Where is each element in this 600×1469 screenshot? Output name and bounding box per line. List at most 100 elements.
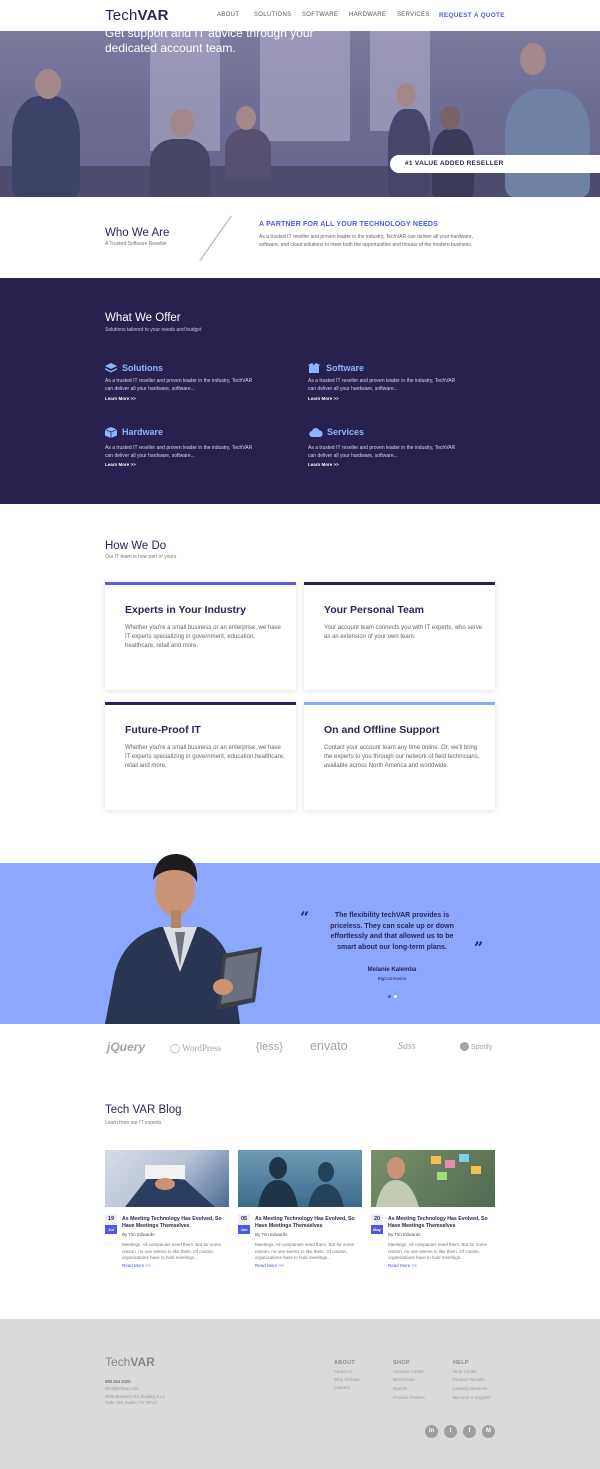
service-desc: As a trusted IT reseller and proven lead… [105, 378, 253, 392]
linkedin-icon[interactable]: in [425, 1425, 438, 1438]
testimonial-company: BigCommerce [377, 976, 407, 981]
testimonial-name: Melanie Kalemba [367, 967, 417, 973]
footer-logo[interactable]: TechVAR [105, 1355, 155, 1369]
service-title-software[interactable]: Software [326, 363, 364, 373]
post-date: 19 Jul [105, 1214, 117, 1234]
post-date: 05 Jun [238, 1214, 250, 1234]
feature-card: Future-Proof IT Whether you're a small b… [105, 702, 296, 810]
footer-link[interactable]: Product Finders [393, 1395, 425, 1400]
card-title: Experts in Your Industry [125, 604, 246, 616]
facebook-icon[interactable]: f [463, 1425, 476, 1438]
spotify-logo: Spotify [460, 1042, 492, 1051]
jquery-logo: jQuery [107, 1040, 146, 1054]
how-title: How We Do [105, 540, 167, 552]
wordpress-logo: ◯ WordPress [170, 1043, 221, 1053]
card-title: Future-Proof IT [125, 724, 201, 736]
footer-address: 4606 Burleson Rd, Building 5 LL [105, 1394, 166, 1399]
medium-icon[interactable]: M [482, 1425, 495, 1438]
learn-more-link[interactable]: Learn More >> [308, 462, 339, 467]
footer-link[interactable]: Help Center [453, 1369, 477, 1374]
card-title: On and Offline Support [324, 724, 440, 736]
card-accent-bar [105, 702, 296, 705]
cloud-icon [309, 428, 323, 438]
card-accent-bar [304, 702, 495, 705]
footer-email[interactable]: info@techvar.com [105, 1386, 139, 1391]
close-quote-icon: ” [474, 938, 484, 957]
footer-link[interactable]: Brands [393, 1386, 407, 1391]
footer-heading-help: HELP [453, 1360, 469, 1366]
nav-about[interactable]: ABOUT [217, 12, 239, 18]
divider [199, 215, 232, 262]
footer-phone: 888 464 3320 [105, 1379, 131, 1384]
nav-solutions[interactable]: SOLUTIONS [254, 12, 291, 18]
offer-section [0, 278, 600, 504]
box-open-icon [308, 363, 320, 373]
offer-subtitle: Solutions tailored to your needs and bud… [105, 327, 202, 333]
footer-link[interactable]: Become a Supplier [453, 1395, 491, 1400]
footer-link[interactable]: About Us [334, 1369, 353, 1374]
twitter-icon[interactable]: t [444, 1425, 457, 1438]
post-author: By Tim Edwards [122, 1232, 155, 1237]
service-title-services[interactable]: Services [327, 427, 364, 437]
envato-logo: envato [310, 1039, 348, 1053]
how-subtitle: Our IT team is now part of yours [105, 554, 177, 560]
footer-link[interactable]: Leasing Services [453, 1386, 487, 1391]
service-desc: As a trusted IT reseller and proven lead… [105, 445, 253, 459]
blog-title: Tech VAR Blog [105, 1104, 182, 1116]
partner-text: As a trusted IT reseller and proven lead… [259, 234, 473, 248]
offer-title: What We Offer [105, 312, 181, 324]
blog-post-image[interactable] [238, 1150, 362, 1207]
post-excerpt: Meetings. All companies need them. But f… [122, 1242, 222, 1260]
who-subtitle: A Trusted Software Reseller [105, 241, 167, 247]
card-text: Whether you're a small business or an en… [125, 745, 285, 769]
footer-heading-about: ABOUT [334, 1360, 356, 1366]
who-title: Who We Are [105, 227, 170, 239]
learn-more-link[interactable]: Learn More >> [308, 396, 339, 401]
site-footer [0, 1319, 600, 1469]
blog-post-image[interactable] [105, 1150, 229, 1207]
layers-icon [105, 363, 117, 373]
feature-card: On and Offline Support Contact your acco… [304, 702, 495, 810]
card-text: Your account team connects you with IT e… [324, 625, 483, 640]
blog-subtitle: Learn from our IT experts [105, 1120, 162, 1126]
carousel-dot-active[interactable] [388, 995, 391, 998]
testimonial-quote: The flexibility techVAR provides is pric… [330, 912, 454, 951]
service-title-hardware[interactable]: Hardware [122, 427, 163, 437]
service-desc: As a trusted IT reseller and proven lead… [308, 378, 456, 392]
read-more-link[interactable]: Read More >> [388, 1263, 417, 1268]
post-title[interactable]: As Meeting Technology Has Evolved, So Ha… [122, 1216, 232, 1230]
footer-link[interactable]: Why Techvar [334, 1377, 360, 1382]
read-more-link[interactable]: Read More >> [122, 1263, 151, 1268]
footer-link[interactable]: Careers [334, 1385, 350, 1390]
footer-link[interactable]: Account Center [393, 1369, 424, 1374]
feature-card: Your Personal Team Your account team con… [304, 582, 495, 690]
reseller-badge: #1 VALUE ADDED RESELLER [390, 155, 600, 173]
nav-hardware[interactable]: HARDWARE [349, 12, 386, 18]
hero-title: Get support and IT advice through your d… [105, 26, 314, 55]
nav-software[interactable]: SOFTWARE [302, 12, 338, 18]
partner-heading: A PARTNER FOR ALL YOUR TECHNOLOGY NEEDS [259, 221, 439, 228]
footer-link[interactable]: Product Recalls [453, 1377, 485, 1382]
footer-address: Suite 150, Austin, TX 78744 [105, 1400, 157, 1405]
nav-services[interactable]: SERVICES [397, 12, 430, 18]
learn-more-link[interactable]: Learn More >> [105, 396, 136, 401]
footer-link[interactable]: Best Deals [393, 1377, 415, 1382]
post-title[interactable]: As Meeting Technology Has Evolved, So Ha… [255, 1216, 365, 1230]
service-title-solutions[interactable]: Solutions [122, 363, 163, 373]
request-quote-link[interactable]: REQUEST A QUOTE [439, 12, 505, 19]
post-excerpt: Meetings. All companies need them. But f… [255, 1242, 355, 1260]
card-accent-bar [304, 582, 495, 585]
carousel-dot[interactable] [394, 995, 397, 998]
post-author: By Tim Edwards [255, 1232, 288, 1237]
testimonial-section [0, 863, 600, 1024]
post-title[interactable]: As Meeting Technology Has Evolved, So Ha… [388, 1216, 498, 1230]
blog-post-image[interactable] [371, 1150, 495, 1207]
learn-more-link[interactable]: Learn More >> [105, 462, 136, 467]
open-quote-icon: “ [300, 908, 310, 927]
post-date: 20 May [371, 1214, 383, 1234]
card-title: Your Personal Team [324, 604, 424, 616]
less-logo: {less} [256, 1041, 283, 1053]
logo[interactable]: TechVAR [105, 7, 169, 24]
cube-icon [105, 427, 117, 438]
read-more-link[interactable]: Read More >> [255, 1263, 284, 1268]
